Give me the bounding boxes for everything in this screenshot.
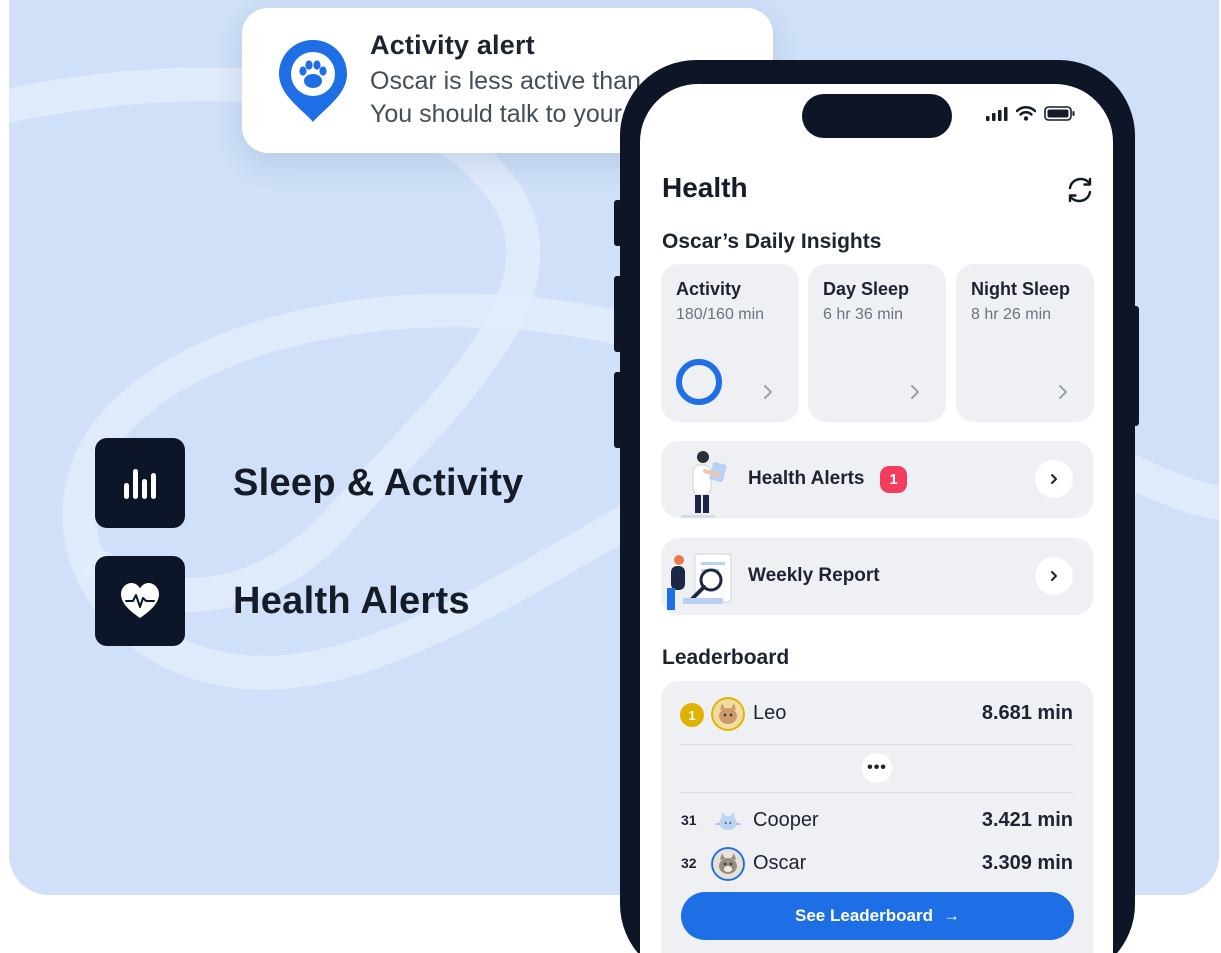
leaderboard-value: 3.309 min [981, 852, 1073, 874]
leaderboard-name: Leo [753, 702, 787, 724]
feature-tile [95, 438, 185, 528]
arrow-right-icon: → [942, 906, 960, 925]
more-dots-button[interactable]: ••• [862, 753, 892, 783]
signal-icon [986, 106, 1008, 121]
chevron-right-icon [764, 385, 772, 399]
insights-title: Oscar’s Daily Insights [662, 230, 882, 253]
leaderboard-title: Leaderboard [662, 646, 790, 669]
feature-tile [95, 556, 185, 646]
insight-card-activity[interactable]: Activity 180/160 min [661, 264, 799, 422]
health-alerts-row[interactable]: Health Alerts 1 [661, 441, 1093, 518]
insight-value: 6 hr 36 min [823, 306, 904, 323]
health-alerts-badge: 1 [880, 466, 907, 493]
leaderboard-divider [681, 792, 1073, 793]
leaderboard-name: Oscar [753, 852, 807, 874]
page-title: Health [662, 172, 748, 203]
phone-volume-up-button [614, 276, 622, 352]
paw-location-pin-icon [279, 39, 347, 122]
health-alerts-label: Health Alerts [748, 468, 865, 489]
dynamic-island [802, 94, 952, 138]
marketing-stage: Activity alert Oscar is less active than… [0, 0, 1221, 953]
insight-title: Day Sleep [823, 279, 910, 299]
weekly-report-row[interactable]: Weekly Report [661, 538, 1093, 615]
insight-value: 180/160 min [676, 306, 765, 323]
activity-progress-ring [676, 359, 722, 405]
chevron-right-icon [1051, 571, 1057, 581]
gold-rank-badge: 1 [680, 703, 704, 727]
report-magnifier-illustration [667, 553, 732, 610]
leaderboard-name: Cooper [753, 809, 819, 831]
chevron-right-icon [911, 385, 919, 399]
leaderboard-rank: 31 [681, 812, 697, 828]
leaderboard-value: 3.421 min [981, 809, 1073, 831]
leaderboard-rank: 32 [681, 855, 697, 871]
insight-card-day-sleep[interactable]: Day Sleep 6 hr 36 min [808, 264, 946, 422]
phone-screen: Health Oscar’s Daily Insights Activity 1… [640, 84, 1113, 953]
wifi-icon [1016, 106, 1036, 121]
heart-pulse-icon [121, 583, 159, 618]
insight-card-night-sleep[interactable]: Night Sleep 8 hr 26 min [956, 264, 1094, 422]
insight-value: 8 hr 26 min [971, 306, 1052, 323]
see-leaderboard-button[interactable]: See Leaderboard → [681, 892, 1074, 940]
leaderboard-row[interactable]: 32 Oscar 3.309 min [661, 845, 1093, 885]
phone-side-button [614, 200, 622, 246]
feature-sleep-activity: Sleep & Activity [95, 438, 524, 528]
phone-volume-down-button [614, 372, 622, 448]
avatar [711, 697, 745, 731]
cat-icon [715, 812, 741, 830]
leaderboard-row[interactable]: 31 Cooper 3.421 min [661, 802, 1093, 842]
see-leaderboard-label: See Leaderboard [795, 906, 933, 925]
battery-icon [1044, 106, 1075, 121]
weekly-report-label: Weekly Report [748, 565, 880, 586]
feature-label: Health Alerts [233, 579, 470, 622]
phone-power-button [1131, 306, 1139, 426]
health-alerts-chevron-button[interactable] [1035, 460, 1073, 498]
leaderboard-divider [681, 744, 1073, 745]
weekly-report-chevron-button[interactable] [1035, 557, 1073, 595]
doctor-illustration [681, 451, 727, 518]
leaderboard-row[interactable]: 1 Leo 8.681 min [661, 695, 1093, 735]
chevron-right-icon [1051, 474, 1057, 484]
chevron-right-icon [1059, 385, 1067, 399]
leaderboard-card: 1 Leo 8.681 min ••• 31 Cooper 3.421 min … [661, 681, 1093, 953]
phone-mockup: Health Oscar’s Daily Insights Activity 1… [614, 60, 1139, 953]
feature-label: Sleep & Activity [233, 461, 524, 504]
status-bar [986, 106, 1076, 121]
refresh-icon[interactable] [1066, 176, 1094, 204]
bar-chart-icon [124, 469, 156, 499]
insight-title: Night Sleep [971, 279, 1071, 299]
avatar [711, 847, 745, 881]
notification-title: Activity alert [370, 30, 535, 60]
feature-health-alerts: Health Alerts [95, 556, 470, 646]
insight-title: Activity [676, 279, 742, 299]
leaderboard-value: 8.681 min [981, 702, 1073, 724]
